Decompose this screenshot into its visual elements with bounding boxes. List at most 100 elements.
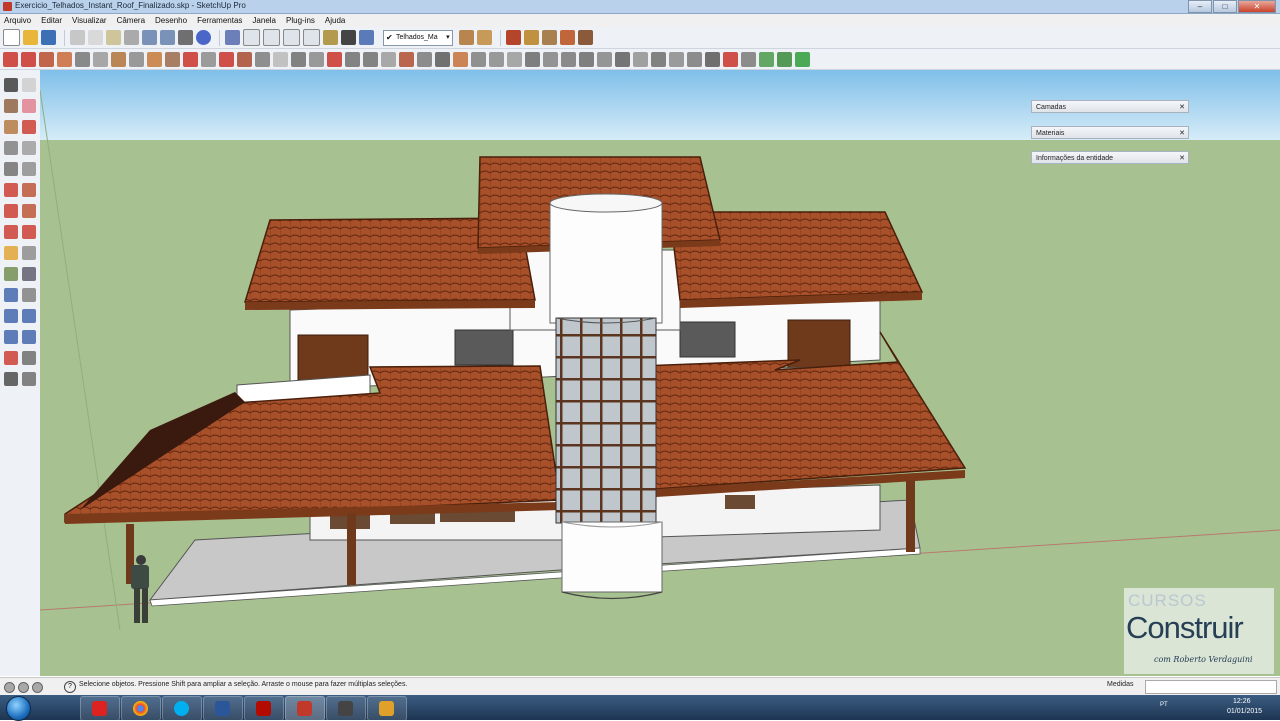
menu-janela[interactable]: Janela (252, 14, 276, 27)
plugin-tool-icon[interactable] (471, 51, 486, 67)
plugin-tool-icon[interactable] (39, 51, 54, 67)
drawing-tool-icon[interactable] (22, 309, 36, 323)
drawing-tool-icon[interactable] (22, 204, 36, 218)
shaded-style-icon[interactable] (359, 30, 374, 45)
taskbar-media[interactable] (326, 696, 366, 721)
plugin-tool-icon[interactable] (741, 51, 756, 67)
drawing-tool-icon[interactable] (22, 162, 36, 176)
drawing-tool-icon[interactable] (22, 99, 36, 113)
plugin-tool-icon[interactable] (669, 51, 684, 67)
plugin-tool-icon[interactable] (183, 51, 198, 67)
plugin-tool-icon[interactable] (93, 51, 108, 67)
plugin-tool-icon[interactable] (651, 51, 666, 67)
plugin-tool-icon[interactable] (3, 51, 18, 67)
menu-ajuda[interactable]: Ajuda (325, 14, 345, 27)
user-status-icon[interactable] (32, 682, 43, 693)
model-info-icon[interactable] (196, 30, 211, 45)
plugin-tool-icon[interactable] (633, 51, 648, 67)
plugin-tool-icon[interactable] (57, 51, 72, 67)
plugin-tool-icon[interactable] (237, 51, 252, 67)
drawing-tool-icon[interactable] (4, 225, 18, 239)
plugin-tool-icon[interactable] (705, 51, 720, 67)
materials-panel[interactable]: Materiais ✕ (1031, 126, 1189, 139)
taskbar-chrome[interactable] (121, 696, 161, 721)
clock-time[interactable]: 12:26 (1233, 698, 1251, 705)
credits-status-icon[interactable] (18, 682, 29, 693)
close-icon[interactable]: ✕ (1179, 152, 1185, 165)
photo-texture-icon[interactable] (559, 30, 575, 45)
drawing-tool-icon[interactable] (4, 162, 18, 176)
close-icon[interactable]: ✕ (1179, 127, 1185, 140)
plugin-tool-icon[interactable] (111, 51, 126, 67)
menu-camera[interactable]: Câmera (117, 14, 145, 27)
undo-icon[interactable] (142, 30, 157, 45)
drawing-tool-icon[interactable] (4, 120, 18, 134)
open-folder-icon[interactable] (23, 30, 38, 45)
menu-visualizar[interactable]: Visualizar (72, 14, 107, 27)
plugin-tool-icon[interactable] (327, 51, 342, 67)
plugin-tool-icon[interactable] (597, 51, 612, 67)
plugin-tool-icon[interactable] (345, 51, 360, 67)
taskbar-acrobat-reader[interactable] (80, 696, 120, 721)
plugin-tool-icon[interactable] (795, 51, 810, 67)
plugin-tool-icon[interactable] (381, 51, 396, 67)
plugin-tool-icon[interactable] (579, 51, 594, 67)
drawing-tool-icon[interactable] (4, 330, 18, 344)
plugin-tool-icon[interactable] (723, 51, 738, 67)
drawing-tool-icon[interactable] (22, 372, 36, 386)
geo-location-icon[interactable] (577, 30, 593, 45)
drawing-tool-icon[interactable] (4, 78, 18, 92)
plugin-tool-icon[interactable] (687, 51, 702, 67)
plugin-tool-icon[interactable] (507, 51, 522, 67)
drawing-tool-icon[interactable] (22, 351, 36, 365)
plugin-tool-icon[interactable] (363, 51, 378, 67)
scene-dropdown[interactable]: ✔ Telhados_Ma ▾ (383, 29, 453, 46)
maximize-button[interactable]: □ (1213, 0, 1237, 13)
drawing-tool-icon[interactable] (4, 372, 18, 386)
drawing-tool-icon[interactable] (22, 267, 36, 281)
plugin-tool-icon[interactable] (165, 51, 180, 67)
right-view-icon[interactable] (283, 29, 300, 46)
warehouse-icon[interactable] (505, 30, 521, 45)
drawing-tool-icon[interactable] (22, 120, 36, 134)
plugin-tool-icon[interactable] (615, 51, 630, 67)
drawing-tool-icon[interactable] (22, 183, 36, 197)
plugin-tool-icon[interactable] (147, 51, 162, 67)
menu-ferramentas[interactable]: Ferramentas (197, 14, 242, 27)
plugin-tool-icon[interactable] (255, 51, 270, 67)
drawing-tool-icon[interactable] (4, 99, 18, 113)
plugin-tool-icon[interactable] (561, 51, 576, 67)
erase-selection-icon[interactable] (124, 30, 139, 45)
minimize-button[interactable]: – (1188, 0, 1212, 13)
drawing-tool-icon[interactable] (4, 141, 18, 155)
plugin-tool-icon[interactable] (777, 51, 792, 67)
taskbar-skype[interactable] (162, 696, 202, 721)
menu-arquivo[interactable]: Arquivo (4, 14, 31, 27)
plugin-tool-icon[interactable] (201, 51, 216, 67)
paste-icon[interactable] (106, 30, 121, 45)
drawing-tool-icon[interactable] (4, 309, 18, 323)
plugin-tool-icon[interactable] (129, 51, 144, 67)
plugin-tool-icon[interactable] (399, 51, 414, 67)
plugin-tool-icon[interactable] (75, 51, 90, 67)
plugin-tool-icon[interactable] (543, 51, 558, 67)
drawing-tool-icon[interactable] (4, 267, 18, 281)
materials-icon[interactable] (476, 30, 492, 45)
xray-style-icon[interactable] (341, 30, 356, 45)
share-model-icon[interactable] (523, 30, 539, 45)
menu-desenho[interactable]: Desenho (155, 14, 187, 27)
drawing-tool-icon[interactable] (22, 141, 36, 155)
taskbar-acrobat[interactable] (244, 696, 284, 721)
layers-panel[interactable]: Camadas ✕ (1031, 100, 1189, 113)
plugin-tool-icon[interactable] (525, 51, 540, 67)
print-icon[interactable] (178, 30, 193, 45)
close-button[interactable]: ✕ (1238, 0, 1276, 13)
plugin-tool-icon[interactable] (21, 51, 36, 67)
drawing-tool-icon[interactable] (4, 183, 18, 197)
drawing-tool-icon[interactable] (22, 225, 36, 239)
geo-location-status-icon[interactable] (4, 682, 15, 693)
plugin-tool-icon[interactable] (453, 51, 468, 67)
menu-editar[interactable]: Editar (41, 14, 62, 27)
measurements-input[interactable] (1145, 680, 1277, 694)
start-button[interactable] (6, 696, 31, 721)
